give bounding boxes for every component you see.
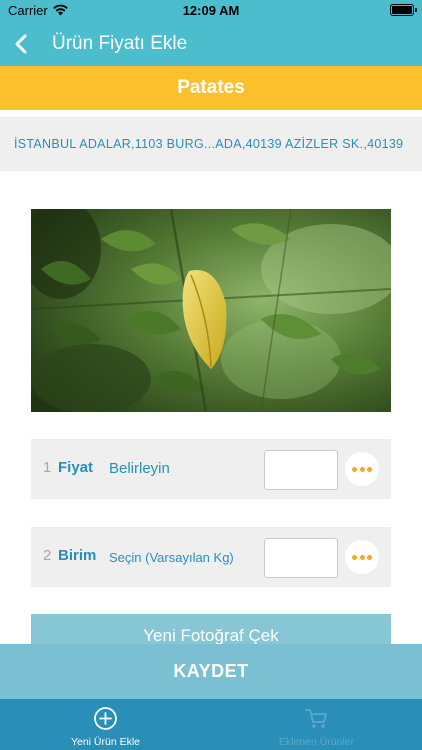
ellipsis-icon [367, 555, 372, 560]
unit-more-button[interactable] [345, 540, 379, 574]
price-more-button[interactable] [345, 452, 379, 486]
unit-input[interactable] [264, 538, 338, 578]
price-input[interactable] [264, 450, 338, 490]
product-name: Patates [177, 77, 245, 98]
price-label: Fiyat [58, 459, 94, 476]
unit-value[interactable]: Seçin (Varsayılan Kg) [109, 550, 234, 565]
unit-label: Birim [58, 547, 97, 564]
ellipsis-icon [352, 467, 357, 472]
unit-row[interactable]: 2 Birim Seçin (Varsayılan Kg) [31, 527, 391, 587]
plus-circle-icon [94, 707, 117, 730]
address-strip: İSTANBUL ADALAR,1103 BURG...ADA,40139 AZ… [0, 117, 422, 171]
row-index: 2 [43, 547, 52, 564]
leaf-photo [31, 209, 391, 412]
ellipsis-icon [359, 555, 365, 560]
tab-new-product[interactable]: Yeni Ürün Ekle [0, 699, 211, 750]
tab-new-product-label: Yeni Ürün Ekle [70, 736, 141, 748]
price-value[interactable]: Belirleyin [109, 460, 170, 477]
price-row[interactable]: 1 Fiyat Belirleyin [31, 439, 391, 499]
save-label: KAYDET [173, 661, 249, 681]
ellipsis-icon [352, 555, 357, 560]
product-header: Patates [0, 66, 422, 110]
page-title: Ürün Fiyatı Ekle [52, 33, 188, 54]
navigation-bar: Ürün Fiyatı Ekle [0, 22, 422, 66]
address-text: İSTANBUL ADALAR,1103 BURG...ADA,40139 AZ… [14, 137, 404, 151]
tab-added-products[interactable]: Eklenen Ürünler [211, 699, 422, 750]
battery-icon [390, 4, 417, 16]
tab-bar: Yeni Ürün Ekle Eklenen Ürünler [0, 699, 422, 750]
ellipsis-icon [359, 467, 365, 472]
chevron-left-icon[interactable] [8, 30, 36, 58]
screen: Carrier 12:09 AM Ürün Fiyatı Ekle Patate… [0, 0, 422, 750]
status-bar: Carrier 12:09 AM [0, 0, 422, 22]
ellipsis-icon [367, 467, 372, 472]
row-index: 1 [43, 459, 52, 476]
cart-icon [305, 709, 327, 728]
save-button[interactable]: KAYDET [0, 644, 422, 699]
tab-added-products-label: Eklenen Ürünler [278, 736, 355, 748]
status-time: 12:09 AM [182, 3, 240, 18]
product-photo [31, 209, 391, 412]
